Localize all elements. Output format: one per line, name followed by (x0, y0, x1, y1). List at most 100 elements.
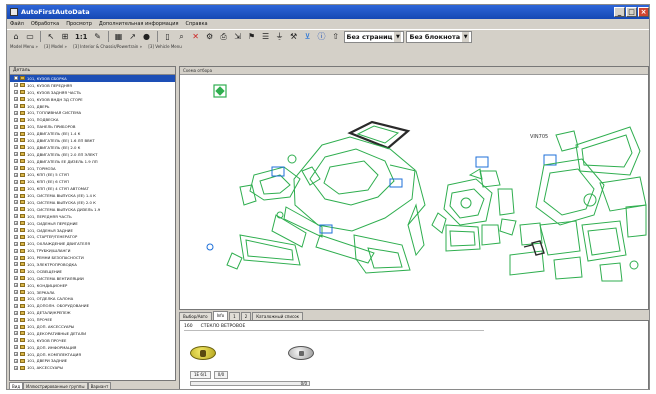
expand-icon[interactable]: + (14, 179, 18, 184)
expand-icon[interactable]: + (14, 76, 18, 81)
breadcrumb-item[interactable]: [3] Model » (44, 44, 67, 49)
dot-icon[interactable]: ● (141, 31, 153, 43)
expand-icon[interactable]: + (14, 124, 18, 129)
tree-item[interactable]: +101, ДВИГАТЕЛЬ ЕЕ ДИЗЕЛЬ 1.9 ЛП (10, 158, 175, 165)
expand-icon[interactable]: + (14, 317, 18, 322)
status-indicator-grey[interactable] (288, 346, 314, 360)
expand-icon[interactable]: + (14, 255, 18, 260)
expand-icon[interactable]: + (14, 338, 18, 343)
tree-item[interactable]: +101, КУЗОВ ЗАДНЯЯ ЧАСТЬ (10, 89, 175, 96)
tree-item[interactable]: +101, ДОП. КОМПЛЕКТАЦИЯ (10, 351, 175, 358)
expand-icon[interactable]: + (14, 172, 18, 177)
menu-help[interactable]: Справка (186, 19, 208, 29)
home-icon[interactable]: ⌂ (10, 31, 22, 43)
tree-item[interactable]: +101, ТОРМОЗА (10, 165, 175, 172)
tree-item[interactable]: +101, СИСТЕМА ВЕНТИЛЯЦИИ (10, 275, 175, 282)
expand-icon[interactable]: + (14, 290, 18, 295)
up-icon[interactable]: ⇧ (330, 31, 342, 43)
horizontal-scrollbar[interactable]: 0/0 (190, 381, 310, 386)
filter-icon[interactable]: ⏚ (274, 31, 286, 43)
tree-item[interactable]: +101, СИСТЕМА ВЫПУСКА (ЕЕ) 1.4 К (10, 192, 175, 199)
grid-icon[interactable]: ▦ (113, 31, 125, 43)
tree-item[interactable]: +101, ТРУБКИ/ШЛАНГИ (10, 247, 175, 254)
info-icon[interactable]: ⓘ (316, 31, 328, 43)
tree-item[interactable]: +101, КОНДИЦИОНЕР (10, 282, 175, 289)
close-button[interactable]: × (638, 7, 649, 17)
expand-icon[interactable]: + (14, 241, 18, 246)
tree-item[interactable]: +101, ДОП. ИНФОРМАЦИЯ (10, 344, 175, 351)
tree-item[interactable]: +101, РЕМНИ БЕЗОПАСНОСТИ (10, 254, 175, 261)
expand-icon[interactable]: + (14, 186, 18, 191)
list-icon[interactable]: ☰ (260, 31, 272, 43)
tree-item[interactable]: +101, ДЕТАЛИ/КРЕПЕЖ (10, 309, 175, 316)
tree-item[interactable]: +101, ДВИГАТЕЛЬ (ЕЕ) 2.0 ЛП ЭЛЕКТ (10, 151, 175, 158)
expand-icon[interactable]: + (14, 228, 18, 233)
menu-view[interactable]: Просмотр (66, 19, 92, 29)
delete-icon[interactable]: ✕ (190, 31, 202, 43)
tab-select-auto[interactable]: Выбор/Авто (179, 312, 212, 320)
expand-icon[interactable]: + (14, 207, 18, 212)
export-icon[interactable]: ⇲ (232, 31, 244, 43)
expand-icon[interactable]: + (14, 117, 18, 122)
windshield-part[interactable] (347, 120, 411, 150)
expand-icon[interactable]: + (14, 365, 18, 370)
expand-icon[interactable]: + (14, 296, 18, 301)
tree-item[interactable]: +101, ОСВЕЩЕНИЕ (10, 268, 175, 275)
breadcrumb-item[interactable]: [3] Vehicle Menu (148, 44, 182, 49)
expand-icon[interactable]: + (14, 352, 18, 357)
tree-item[interactable]: +101, КУЗОВ ПРОЧЕЕ (10, 337, 175, 344)
zoom-1-1-button[interactable]: 1:1 (73, 31, 90, 43)
tab-info[interactable]: Info (212, 311, 229, 320)
tree-item[interactable]: +101, КПП (ЕЕ) 6 СТУП (10, 178, 175, 185)
expand-icon[interactable]: + (14, 283, 18, 288)
mark-icon[interactable]: ⚑ (246, 31, 258, 43)
expand-icon[interactable]: + (14, 310, 18, 315)
tab-2[interactable]: 2 (240, 312, 252, 320)
tree-item[interactable]: +101, КУЗОВ ВНДН ЗД СТОРЕ (10, 96, 175, 103)
minimize-button[interactable]: _ (614, 7, 625, 17)
expand-icon[interactable]: + (14, 145, 18, 150)
print-icon[interactable]: ⎙ (218, 31, 230, 43)
tree-item[interactable]: +101, ПРОЧЕЕ (10, 316, 175, 323)
expand-icon[interactable]: + (14, 269, 18, 274)
tree-item[interactable]: +101, ПАНЕЛЬ ПРИБОРОВ (10, 123, 175, 130)
tree-item[interactable]: +101, ДОП. АКСЕССУАРЫ (10, 323, 175, 330)
callout-labels[interactable] (206, 154, 557, 251)
expand-icon[interactable]: + (14, 276, 18, 281)
tree-item[interactable]: +101, КУЗОВ СБОРКА (10, 75, 175, 82)
tree-item[interactable]: +101, ОХЛАЖДЕНИЕ ДВИГАТЕЛЯ (10, 240, 175, 247)
expand-icon[interactable]: + (14, 83, 18, 88)
expand-icon[interactable]: + (14, 97, 18, 102)
menu-processing[interactable]: Обработка (31, 19, 59, 29)
expand-icon[interactable]: + (14, 324, 18, 329)
expand-icon[interactable]: + (14, 200, 18, 205)
expand-icon[interactable]: + (14, 104, 18, 108)
page-icon[interactable]: ▯ (162, 31, 174, 43)
expand-icon[interactable]: + (14, 248, 18, 253)
tree-item[interactable]: +101, КУЗОВ ПЕРЕДНЯЯ (10, 82, 175, 89)
maximize-button[interactable]: □ (626, 7, 637, 17)
parts-diagram[interactable]: VIN705 (180, 75, 649, 310)
expand-icon[interactable]: + (14, 166, 18, 171)
tree-item[interactable]: +101, КПП (ЕЕ) 4 СТУП АВТОМАТ (10, 185, 175, 192)
pointer-icon[interactable]: ↖ (45, 31, 57, 43)
expand-icon[interactable]: + (14, 331, 18, 336)
expand-icon[interactable]: + (14, 110, 18, 115)
tab-view[interactable]: Вид (9, 382, 24, 389)
tab-illustrated-groups[interactable]: Иллюстрированные группы (23, 382, 88, 389)
tree-item[interactable]: +101, ПОДВЕСКА (10, 116, 175, 123)
tree-item[interactable]: +101, ДОПОЛН. ОБОРУДОВАНИЕ (10, 302, 175, 309)
expand-icon[interactable]: + (14, 138, 18, 143)
tool-icon[interactable]: ⚒ (288, 31, 300, 43)
tab-catalog-list[interactable]: Каталожный список (252, 312, 304, 320)
expand-icon[interactable]: + (14, 221, 18, 226)
tab-1[interactable]: 1 (229, 312, 240, 320)
tree-item[interactable]: +101, ТОПЛИВНАЯ СИСТЕМА (10, 109, 175, 116)
tree-item[interactable]: +101, ОТДЕЛКА САЛОНА (10, 296, 175, 303)
expand-icon[interactable]: + (14, 303, 18, 308)
expand-icon[interactable]: + (14, 152, 18, 157)
tree-item[interactable]: +101, ЗЕРКАЛА (10, 289, 175, 296)
tab-variant[interactable]: Вариант (87, 382, 112, 389)
chevron-down-icon[interactable]: ▼ (394, 31, 402, 42)
expand-icon[interactable]: + (14, 358, 18, 363)
